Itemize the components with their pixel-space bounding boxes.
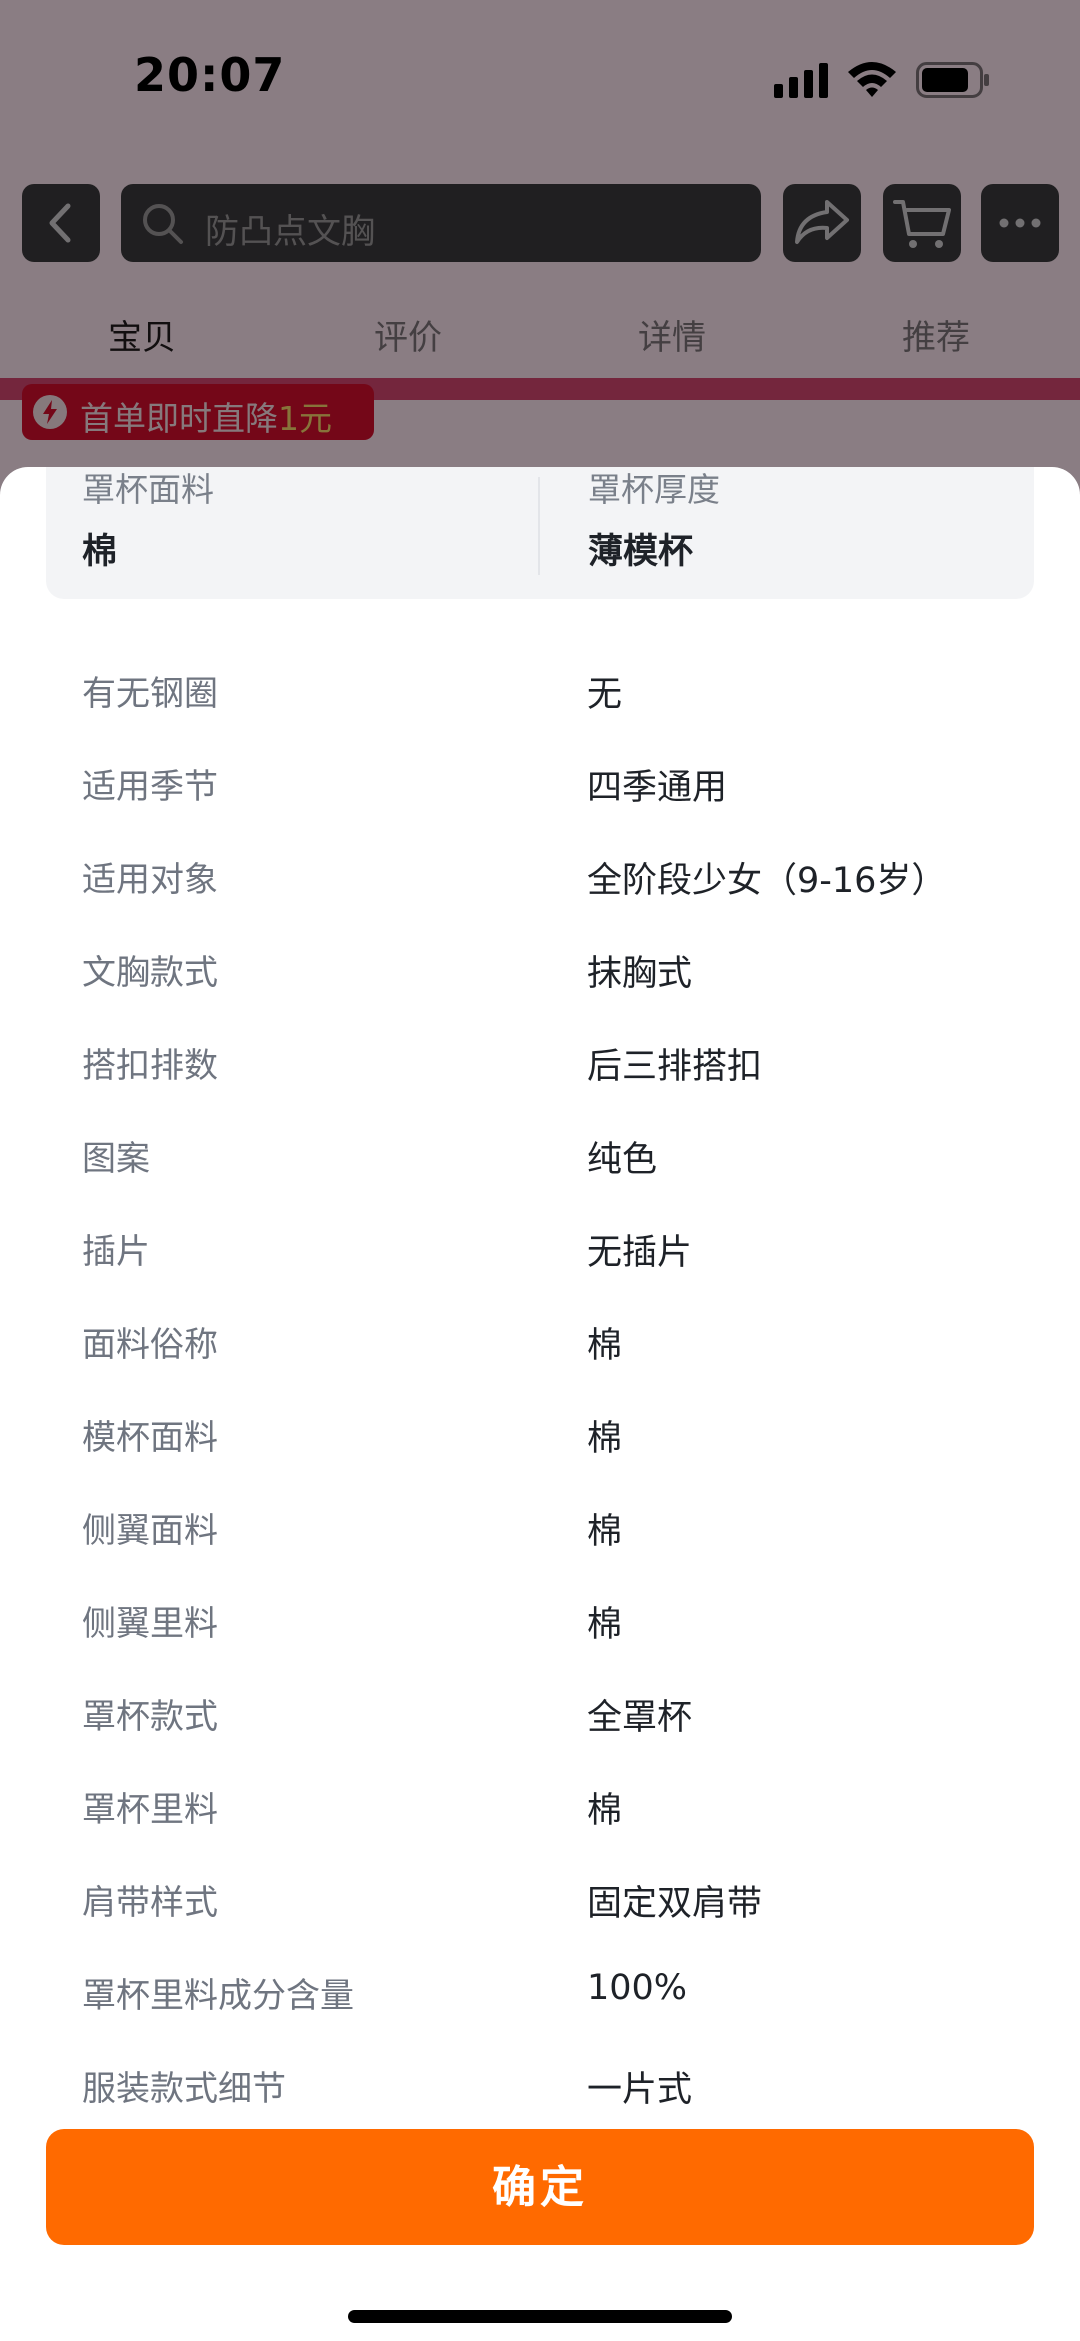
spec-value: 棉 [587, 1419, 623, 1459]
spec-row: 面料俗称 棉 [0, 1295, 1080, 1388]
spec-label: 侧翼面料 [82, 1511, 218, 1551]
spec-value: 棉 [587, 1791, 623, 1831]
spec-value: 纯色 [587, 1140, 658, 1180]
spec-label: 罩杯里料成分含量 [82, 1976, 354, 2016]
param-value: 薄模杯 [588, 532, 694, 572]
spec-row: 罩杯里料成分含量 100% [0, 1946, 1080, 2039]
param-label: 罩杯面料 [82, 470, 214, 509]
spec-row: 有无钢圈 无 [0, 644, 1080, 737]
spec-label: 文胸款式 [82, 953, 218, 993]
spec-value: 全罩杯 [587, 1698, 693, 1738]
spec-value: 无插片 [587, 1233, 693, 1273]
spec-row: 插片 无插片 [0, 1202, 1080, 1295]
spec-row: 模杯面料 棉 [0, 1388, 1080, 1481]
spec-label: 搭扣排数 [82, 1046, 218, 1086]
spec-label: 图案 [82, 1139, 150, 1179]
spec-value: 棉 [587, 1512, 623, 1552]
key-params-card: 罩杯面料 棉 罩杯厚度 薄模杯 [46, 467, 1034, 599]
spec-row: 罩杯款式 全罩杯 [0, 1667, 1080, 1760]
spec-row: 罩杯里料 棉 [0, 1760, 1080, 1853]
product-params-sheet: 罩杯面料 棉 罩杯厚度 薄模杯 有无钢圈 无 适用季节 四季通用 适用对象 全阶… [0, 467, 1080, 2341]
divider [538, 477, 540, 575]
spec-row: 适用季节 四季通用 [0, 737, 1080, 830]
spec-row: 适用对象 全阶段少女（9-16岁） [0, 830, 1080, 923]
spec-value: 全阶段少女（9-16岁） [587, 861, 947, 901]
spec-value: 四季通用 [587, 768, 728, 808]
spec-row: 侧翼面料 棉 [0, 1481, 1080, 1574]
spec-value: 棉 [587, 1605, 623, 1645]
spec-value: 抹胸式 [587, 954, 693, 994]
home-indicator [348, 2310, 732, 2323]
spec-label: 面料俗称 [82, 1325, 218, 1365]
spec-value: 无 [587, 675, 623, 715]
spec-value: 后三排搭扣 [587, 1047, 763, 1087]
param-value: 棉 [82, 532, 118, 572]
spec-value: 棉 [587, 1326, 623, 1366]
spec-row: 图案 纯色 [0, 1109, 1080, 1202]
confirm-button[interactable]: 确定 [46, 2129, 1034, 2245]
spec-value: 固定双肩带 [587, 1884, 763, 1924]
spec-label: 适用对象 [82, 860, 218, 900]
param-label: 罩杯厚度 [588, 470, 720, 509]
spec-value: 100% [587, 1968, 688, 2008]
spec-label: 模杯面料 [82, 1418, 218, 1458]
spec-label: 插片 [82, 1232, 150, 1272]
spec-row: 肩带样式 固定双肩带 [0, 1853, 1080, 1946]
spec-label: 服装款式细节 [82, 2069, 286, 2109]
spec-row: 搭扣排数 后三排搭扣 [0, 1016, 1080, 1109]
spec-row: 文胸款式 抹胸式 [0, 923, 1080, 1016]
spec-value: 一片式 [587, 2070, 693, 2110]
spec-label: 罩杯里料 [82, 1790, 218, 1830]
spec-label: 罩杯款式 [82, 1697, 218, 1737]
spec-row: 服装款式细节 一片式 [0, 2039, 1080, 2132]
spec-row: 侧翼里料 棉 [0, 1574, 1080, 1667]
spec-label: 适用季节 [82, 767, 218, 807]
spec-label: 有无钢圈 [82, 674, 218, 714]
spec-label: 肩带样式 [82, 1883, 218, 1923]
spec-label: 侧翼里料 [82, 1604, 218, 1644]
